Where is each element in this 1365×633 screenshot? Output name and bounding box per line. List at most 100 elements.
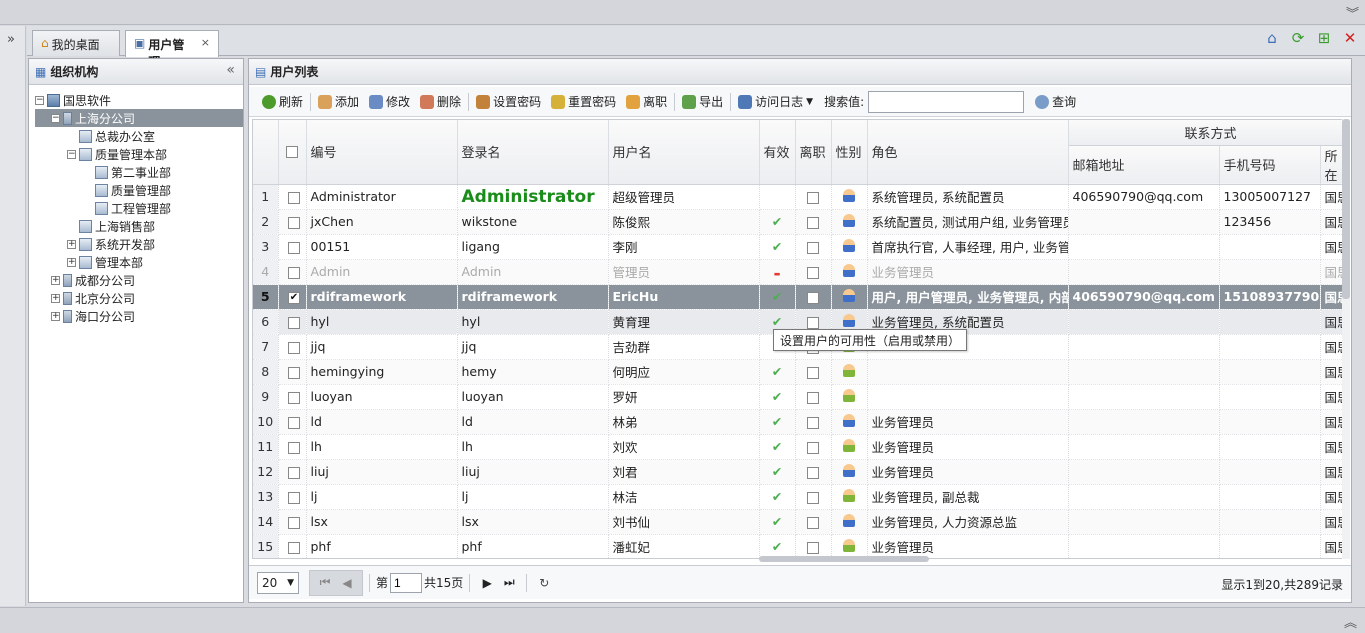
left-checkbox[interactable]	[807, 266, 819, 279]
row-checkbox[interactable]	[288, 266, 300, 279]
check-icon[interactable]: ✔	[772, 464, 782, 479]
check-icon[interactable]: ✔	[772, 239, 782, 254]
left-checkbox[interactable]	[807, 241, 819, 254]
table-row[interactable]: 9 luoyan luoyan 罗妍 ✔ 国思	[253, 384, 1347, 410]
row-checkbox[interactable]	[288, 341, 300, 354]
cell-left[interactable]	[795, 359, 832, 385]
cell-valid[interactable]: ✔	[759, 484, 796, 510]
expand-sidebar-icon[interactable]: »	[7, 32, 15, 47]
refresh-button[interactable]: 刷新	[257, 91, 308, 113]
tab-close-icon[interactable]: ×	[201, 36, 210, 49]
close-window-icon[interactable]: ✕	[1341, 29, 1359, 47]
cell-valid[interactable]: ✔	[759, 509, 796, 535]
row-checkbox[interactable]	[288, 366, 300, 379]
tree-node[interactable]: + 北京分公司	[35, 289, 243, 307]
row-checkbox[interactable]	[288, 191, 300, 204]
expand-bottom-icon[interactable]: ︽	[1344, 612, 1357, 631]
edit-button[interactable]: 修改	[364, 91, 415, 113]
row-checkbox[interactable]	[288, 316, 300, 329]
expand-node-icon[interactable]: +	[51, 293, 60, 303]
expand-node-icon[interactable]: +	[51, 275, 60, 285]
check-icon[interactable]: ✔	[772, 489, 782, 504]
cell-left[interactable]	[795, 459, 832, 485]
left-checkbox[interactable]	[807, 516, 819, 529]
tree-node[interactable]: 工程管理部	[35, 199, 243, 217]
cell-valid[interactable]: ✔	[759, 459, 796, 485]
select-all-checkbox[interactable]	[286, 145, 298, 158]
cell-valid[interactable]: ✔	[759, 409, 796, 435]
expand-node-icon[interactable]: +	[67, 239, 76, 249]
col-header-valid[interactable]: 有效	[759, 120, 796, 185]
row-select[interactable]	[278, 334, 307, 360]
delete-button[interactable]: 删除	[415, 91, 466, 113]
check-icon[interactable]: ✔	[772, 514, 782, 529]
left-checkbox[interactable]	[807, 216, 819, 229]
table-row[interactable]: 1 Administrator Administrator 超级管理员 系统管理员, 系…	[253, 184, 1347, 210]
first-page-icon[interactable]: ⏮	[314, 575, 336, 590]
tree-node[interactable]: + 成都分公司	[35, 271, 243, 289]
check-icon[interactable]: ✔	[772, 214, 782, 229]
row-checkbox[interactable]	[288, 466, 300, 479]
col-header-gender[interactable]: 性别	[831, 120, 868, 185]
page-size-select[interactable]: 20 ▼	[257, 571, 299, 594]
tree-node[interactable]: + 海口分公司	[35, 307, 243, 325]
search-input[interactable]	[868, 90, 1025, 113]
leave-button[interactable]: 离职	[621, 91, 672, 113]
cell-left[interactable]	[795, 384, 832, 410]
table-row[interactable]: 4 Admin Admin 管理员 ▬ 业务管理员 国思	[253, 259, 1347, 285]
fullscreen-icon[interactable]: ⊞	[1315, 29, 1333, 47]
tree-node[interactable]: 质量管理部	[35, 181, 243, 199]
cell-left[interactable]	[795, 209, 832, 235]
row-checkbox[interactable]	[288, 216, 300, 229]
cell-left[interactable]	[795, 284, 832, 310]
row-select[interactable]	[278, 409, 307, 435]
tree-node[interactable]: − 上海分公司	[35, 109, 243, 127]
check-icon[interactable]: ✔	[772, 439, 782, 454]
col-header-login[interactable]: 登录名	[457, 120, 609, 185]
tab-user-management[interactable]: ▣ 用户管理 ×	[125, 30, 219, 69]
left-checkbox[interactable]	[807, 366, 819, 379]
access-log-button[interactable]: 访问日志 ▼	[733, 91, 818, 113]
row-select[interactable]	[278, 434, 307, 460]
table-row[interactable]: 11 lh lh 刘欢 ✔ 业务管理员 国思	[253, 434, 1347, 460]
left-checkbox[interactable]	[807, 191, 819, 204]
tree-node[interactable]: + 系统开发部	[35, 235, 243, 253]
reset-password-button[interactable]: 重置密码	[546, 91, 621, 113]
row-select[interactable]	[278, 209, 307, 235]
cell-left[interactable]	[795, 484, 832, 510]
table-row[interactable]: 12 liuj liuj 刘君 ✔ 业务管理员 国思	[253, 459, 1347, 485]
col-header-name[interactable]: 用户名	[608, 120, 760, 185]
table-row[interactable]: 8 hemingying hemy 何明应 ✔ 国思	[253, 359, 1347, 385]
row-checkbox[interactable]: ✔	[288, 291, 300, 304]
left-checkbox[interactable]	[807, 391, 819, 404]
col-header-code[interactable]: 编号	[306, 120, 458, 185]
collapse-node-icon[interactable]: −	[35, 95, 44, 105]
expand-node-icon[interactable]: +	[51, 311, 60, 321]
table-row[interactable]: 5 ✔ rdiframework rdiframework EricHu ✔ 用户, 用户管…	[253, 284, 1347, 310]
row-select[interactable]	[278, 309, 307, 335]
tree-node[interactable]: − 国思软件	[35, 91, 243, 109]
row-select[interactable]	[278, 234, 307, 260]
horizontal-scroll-thumb[interactable]	[759, 556, 929, 562]
next-page-icon[interactable]: ▶	[476, 576, 498, 590]
cell-valid[interactable]	[759, 184, 796, 210]
row-select[interactable]	[278, 534, 307, 558]
left-checkbox[interactable]	[807, 491, 819, 504]
cell-valid[interactable]: ✔	[759, 384, 796, 410]
col-header-email[interactable]: 邮箱地址	[1068, 145, 1220, 185]
home-window-icon[interactable]: ⌂	[1263, 29, 1281, 47]
table-row[interactable]: 13 lj lj 林洁 ✔ 业务管理员, 副总裁 国思	[253, 484, 1347, 510]
select-all-header[interactable]	[278, 120, 307, 185]
tree-node[interactable]: 总裁办公室	[35, 127, 243, 145]
collapse-node-icon[interactable]: −	[67, 149, 76, 159]
col-header-left[interactable]: 离职	[795, 120, 832, 185]
export-button[interactable]: 导出	[677, 91, 728, 113]
cell-valid[interactable]: ✔	[759, 284, 796, 310]
row-checkbox[interactable]	[288, 491, 300, 504]
left-checkbox[interactable]	[807, 541, 819, 554]
page-number-input[interactable]	[390, 572, 423, 593]
disabled-icon[interactable]: ▬	[774, 270, 781, 278]
check-icon[interactable]: ✔	[772, 289, 782, 304]
add-button[interactable]: 添加	[313, 91, 364, 113]
cell-left[interactable]	[795, 259, 832, 285]
